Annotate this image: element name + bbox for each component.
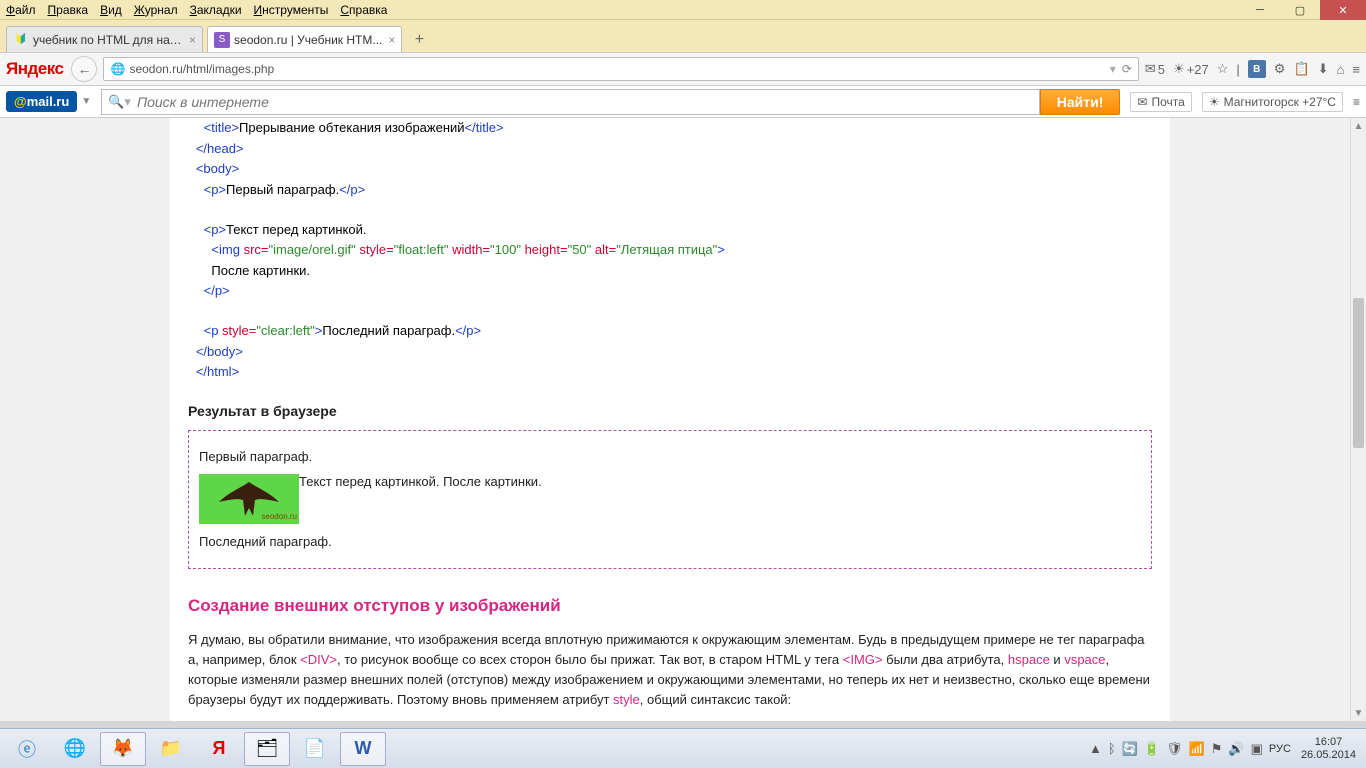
menu-file[interactable]: Файл <box>6 3 36 17</box>
menu-history[interactable]: Журнал <box>134 3 178 17</box>
menu-icon[interactable]: ≡ <box>1352 62 1360 77</box>
tray-app-icon[interactable]: ▣ <box>1251 741 1263 757</box>
bluetooth-icon[interactable]: ᛒ <box>1108 741 1116 756</box>
scroll-up-icon[interactable]: ▲ <box>1351 118 1366 134</box>
reload-icon[interactable]: ⟳ <box>1122 62 1132 76</box>
search-button[interactable]: Найти! <box>1040 89 1121 115</box>
chrome-icon[interactable]: 🌐 <box>52 732 98 766</box>
firefox-icon[interactable]: 🦊 <box>100 732 146 766</box>
search-icon: 🔍▾ <box>108 94 131 110</box>
link-div[interactable]: <DIV> <box>300 652 337 667</box>
explorer-icon[interactable]: 📁 <box>148 732 194 766</box>
sync-icon[interactable]: 🔄 <box>1122 741 1138 757</box>
article-content: <title>Прерывание обтекания изображений<… <box>170 118 1170 721</box>
section-heading: Создание внешних отступов у изображений <box>188 593 1152 619</box>
window-maximize[interactable]: ▢ <box>1280 0 1320 20</box>
window-minimize[interactable]: ─ <box>1240 0 1280 20</box>
tab-2-active[interactable]: S seodon.ru | Учебник HTM... × <box>207 26 402 52</box>
star-icon[interactable]: ☆ <box>1217 61 1229 77</box>
search-box: 🔍▾ <box>101 89 1040 115</box>
mail-link[interactable]: ✉ Почта <box>1130 92 1191 112</box>
tray-up-icon[interactable]: ▲ <box>1089 741 1102 756</box>
mail-indicator[interactable]: ✉ 5 <box>1145 61 1165 77</box>
tab-label: учебник по HTML для начи... <box>33 33 183 47</box>
yandex-logo[interactable]: Яндекс <box>6 59 63 79</box>
scroll-down-icon[interactable]: ▼ <box>1351 705 1366 721</box>
weather-indicator[interactable]: ☀ +27 <box>1173 61 1209 77</box>
result-p3: Последний параграф. <box>199 532 1141 552</box>
result-p1: Первый параграф. <box>199 447 1141 467</box>
tab-favicon: S <box>214 32 230 48</box>
menu-tools[interactable]: Инструменты <box>254 3 329 17</box>
shield-icon[interactable]: 🛡 <box>1166 741 1183 757</box>
tab-close-icon[interactable]: × <box>388 33 395 47</box>
result-heading: Результат в браузере <box>188 401 1152 422</box>
folder-icon[interactable]: 🗂 <box>244 732 290 766</box>
notepad-icon[interactable]: 📄 <box>292 732 338 766</box>
battery-icon[interactable]: 🔋 <box>1144 741 1160 757</box>
new-tab-button[interactable]: + <box>406 28 432 52</box>
link-img[interactable]: <IMG> <box>843 652 883 667</box>
window-close[interactable]: ✕ <box>1320 0 1366 20</box>
site-identity-icon: 🌐 <box>110 62 125 76</box>
url-bar[interactable]: 🌐 seodon.ru/html/images.php ▾ ⟳ <box>103 57 1138 81</box>
menu-bookmarks[interactable]: Закладки <box>190 3 242 17</box>
mailru-toolbar: @mail.ru ▼ 🔍▾ Найти! ✉ Почта ☀ Магнитого… <box>0 86 1366 118</box>
yandex-icon[interactable]: Я <box>196 732 242 766</box>
clipboard-icon[interactable]: 📋 <box>1293 61 1309 77</box>
vk-icon[interactable]: B <box>1248 60 1266 78</box>
mailru-logo[interactable]: @mail.ru <box>6 91 77 112</box>
language-indicator[interactable]: РУС <box>1269 743 1291 755</box>
dropdown-icon[interactable]: ▼ <box>81 96 91 107</box>
tab-label: seodon.ru | Учебник HTM... <box>234 33 382 47</box>
download-icon[interactable]: ⬇ <box>1318 61 1329 77</box>
city-weather[interactable]: ☀ Магнитогорск +27°C <box>1202 92 1343 112</box>
back-button[interactable]: ← <box>71 56 97 82</box>
search-input[interactable] <box>137 94 1039 110</box>
scroll-thumb[interactable] <box>1353 298 1364 448</box>
clock[interactable]: 16:07 26.05.2014 <box>1301 736 1356 760</box>
vertical-scrollbar[interactable]: ▲ ▼ <box>1350 118 1366 721</box>
tab-1[interactable]: 🔰 учебник по HTML для начи... × <box>6 26 203 52</box>
windows-taskbar: ⓔ 🌐 🦊 📁 Я 🗂 📄 W ▲ ᛒ 🔄 🔋 🛡 📶 ⚑ 🔊 ▣ РУС 16… <box>0 728 1366 768</box>
menu-edit[interactable]: Правка <box>48 3 89 17</box>
tab-favicon: 🔰 <box>13 32 29 48</box>
dropdown-icon[interactable]: ▾ <box>1110 62 1116 76</box>
page-viewport: <title>Прерывание обтекания изображений<… <box>0 118 1366 721</box>
toolbar-icons: ✉ 5 ☀ +27 ☆ | B ⚙ 📋 ⬇ ⌂ ≡ <box>1145 60 1360 78</box>
word-icon[interactable]: W <box>340 732 386 766</box>
flag-icon[interactable]: ⚑ <box>1211 741 1223 757</box>
eagle-image: seodon.ru <box>199 474 299 524</box>
separator: | <box>1236 62 1239 77</box>
result-p2: Текст перед картинкой. После картинки. <box>299 474 542 489</box>
volume-icon[interactable]: 🔊 <box>1228 741 1244 757</box>
code-example: <title>Прерывание обтекания изображений<… <box>188 118 1152 383</box>
browser-result-box: Первый параграф. seodon.ru Текст перед к… <box>188 430 1152 569</box>
section-paragraph: Я думаю, вы обратили внимание, что изобр… <box>188 630 1152 711</box>
gear-icon[interactable]: ⚙ <box>1274 61 1286 77</box>
system-tray: ▲ ᛒ 🔄 🔋 🛡 📶 ⚑ 🔊 ▣ РУС 16:07 26.05.2014 <box>1089 736 1362 760</box>
toolbar-menu-icon[interactable]: ≡ <box>1353 95 1360 109</box>
home-icon[interactable]: ⌂ <box>1337 62 1345 77</box>
network-icon[interactable]: 📶 <box>1189 741 1205 757</box>
tab-close-icon[interactable]: × <box>189 33 196 47</box>
url-text: seodon.ru/html/images.php <box>129 62 274 76</box>
ie-icon[interactable]: ⓔ <box>4 732 50 766</box>
menu-help[interactable]: Справка <box>340 3 387 17</box>
firefox-menubar: Файл Правка Вид Журнал Закладки Инструме… <box>0 0 1366 20</box>
menu-view[interactable]: Вид <box>100 3 122 17</box>
navigation-toolbar: Яндекс ← 🌐 seodon.ru/html/images.php ▾ ⟳… <box>0 52 1366 86</box>
tab-strip: 🔰 учебник по HTML для начи... × S seodon… <box>0 20 1366 52</box>
